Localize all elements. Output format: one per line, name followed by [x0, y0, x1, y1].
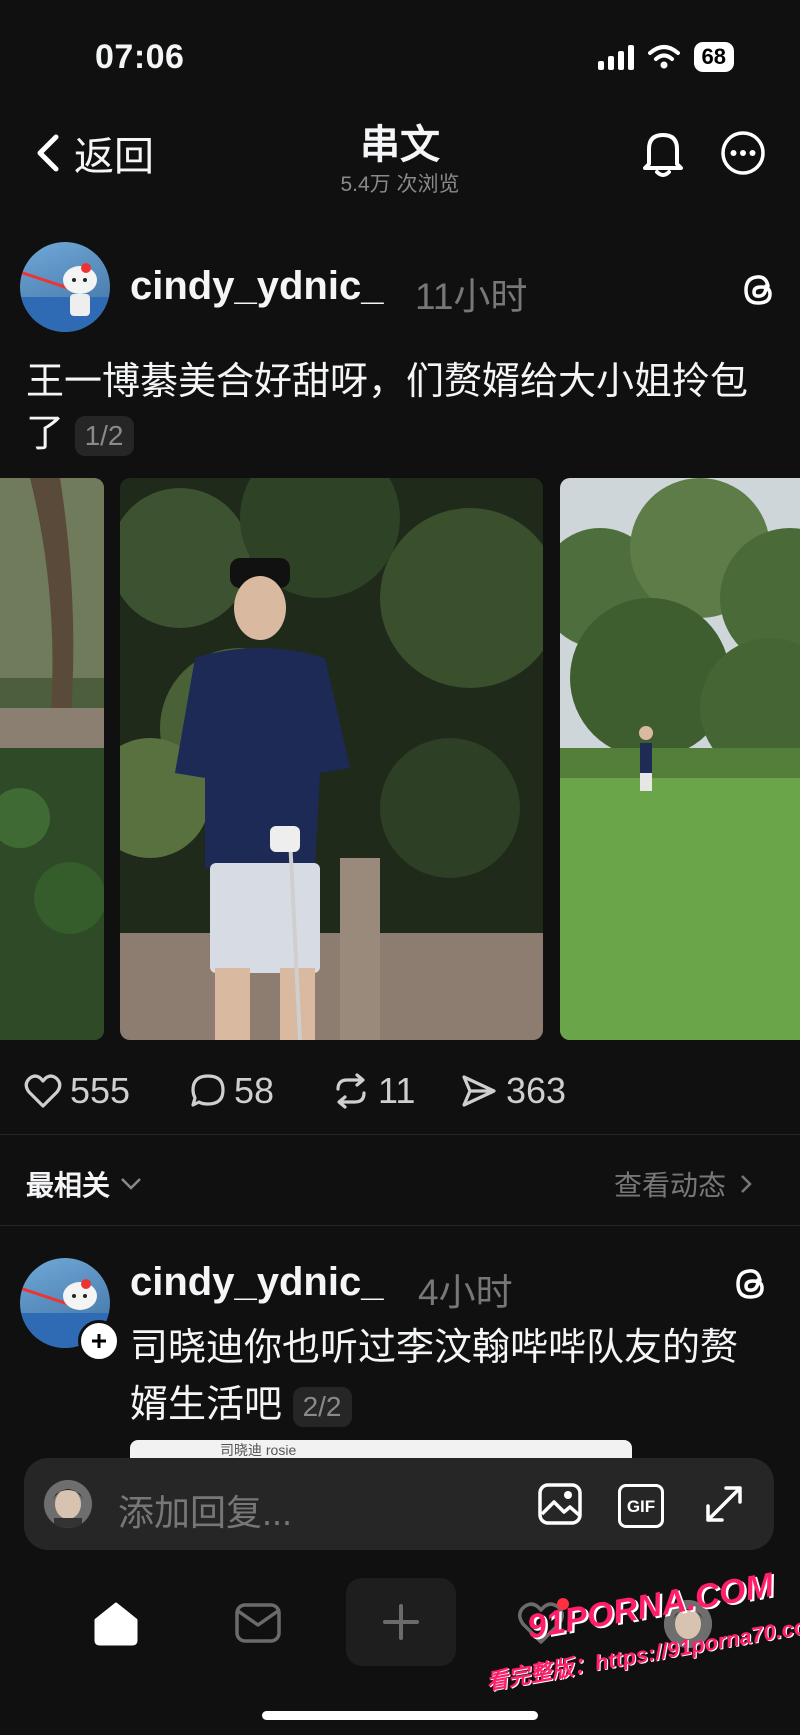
gif-icon: GIF	[627, 1497, 655, 1515]
post-text-body: 王一博綦美合好甜呀，们赘婿给大小姐拎包了	[26, 361, 749, 455]
photo-image	[120, 478, 543, 1040]
reply-input[interactable]: 添加回复...	[118, 1484, 292, 1536]
share-count: 363	[506, 1070, 567, 1111]
view-activity-link[interactable]: 查看动态	[614, 1164, 752, 1204]
status-indicators: 68	[597, 42, 734, 72]
reply-text-body: 司晓迪你也听过李汶翰哔哔队友的赘婿生活吧	[130, 1327, 739, 1426]
carousel-photo-main[interactable]	[120, 478, 543, 1040]
like-button[interactable]: 555	[24, 1070, 130, 1112]
post-author-name[interactable]: cindy_ydnic_	[130, 264, 383, 309]
expand-icon[interactable]	[702, 1482, 746, 1526]
comment-icon	[191, 1074, 225, 1107]
more-options-icon[interactable]	[720, 130, 766, 176]
wifi-icon	[647, 45, 680, 69]
post-pager: 1/2	[74, 415, 134, 456]
repost-button[interactable]: 11	[332, 1070, 415, 1112]
share-button[interactable]: 363	[460, 1070, 566, 1112]
repost-icon	[336, 1073, 366, 1109]
reply-pager: 2/2	[292, 1386, 352, 1427]
plus-icon	[383, 1604, 419, 1640]
post-text: 王一博綦美合好甜呀，们赘婿给大小姐拎包了 1/2	[26, 356, 776, 460]
avatar-image	[44, 1480, 92, 1528]
status-time: 07:06	[95, 38, 185, 76]
sort-label: 最相关	[26, 1170, 111, 1201]
photo-image	[0, 478, 104, 1040]
gif-button[interactable]: GIF	[618, 1484, 664, 1528]
comment-count: 58	[234, 1070, 275, 1111]
repost-count: 11	[378, 1070, 416, 1111]
chevron-right-icon	[741, 1175, 752, 1193]
image-icon[interactable]	[537, 1482, 583, 1526]
comment-button[interactable]: 58	[190, 1070, 274, 1112]
home-indicator	[262, 1711, 538, 1720]
inbox-icon[interactable]	[234, 1602, 282, 1644]
signal-icon	[597, 44, 634, 70]
reply-author-name[interactable]: cindy_ydnic_	[130, 1260, 383, 1305]
threads-icon[interactable]	[734, 1266, 768, 1302]
reply-media-preview[interactable]: 司晓迪 rosie	[130, 1440, 632, 1460]
like-count: 555	[70, 1070, 131, 1111]
reply-text: 司晓迪你也听过李汶翰哔哔队友的赘婿生活吧 2/2	[130, 1320, 770, 1434]
reply-time: 4小时	[418, 1272, 513, 1313]
photo-image	[560, 478, 800, 1040]
threads-icon[interactable]	[742, 272, 776, 308]
post-author-avatar[interactable]	[20, 242, 110, 332]
divider	[0, 1134, 800, 1135]
carousel-photo-left[interactable]	[0, 478, 104, 1040]
reply-preview-text: 司晓迪 rosie	[220, 1442, 297, 1458]
plus-icon	[92, 1334, 106, 1348]
battery-indicator: 68	[693, 42, 734, 72]
post-time: 11小时	[415, 276, 528, 317]
sort-dropdown[interactable]: 最相关	[26, 1164, 142, 1204]
view-activity-label: 查看动态	[614, 1170, 727, 1201]
heart-icon	[24, 1074, 62, 1108]
chevron-down-icon	[121, 1178, 141, 1190]
carousel-photo-right[interactable]	[560, 478, 800, 1040]
home-icon[interactable]	[92, 1600, 140, 1646]
follow-button[interactable]	[78, 1320, 120, 1362]
create-post-button[interactable]	[346, 1578, 456, 1666]
send-icon	[462, 1075, 496, 1107]
divider	[0, 1225, 800, 1226]
user-avatar	[44, 1480, 92, 1528]
svg-text:GIF: GIF	[627, 1497, 655, 1515]
avatar-image	[20, 263, 110, 332]
bell-icon[interactable]	[640, 128, 686, 178]
